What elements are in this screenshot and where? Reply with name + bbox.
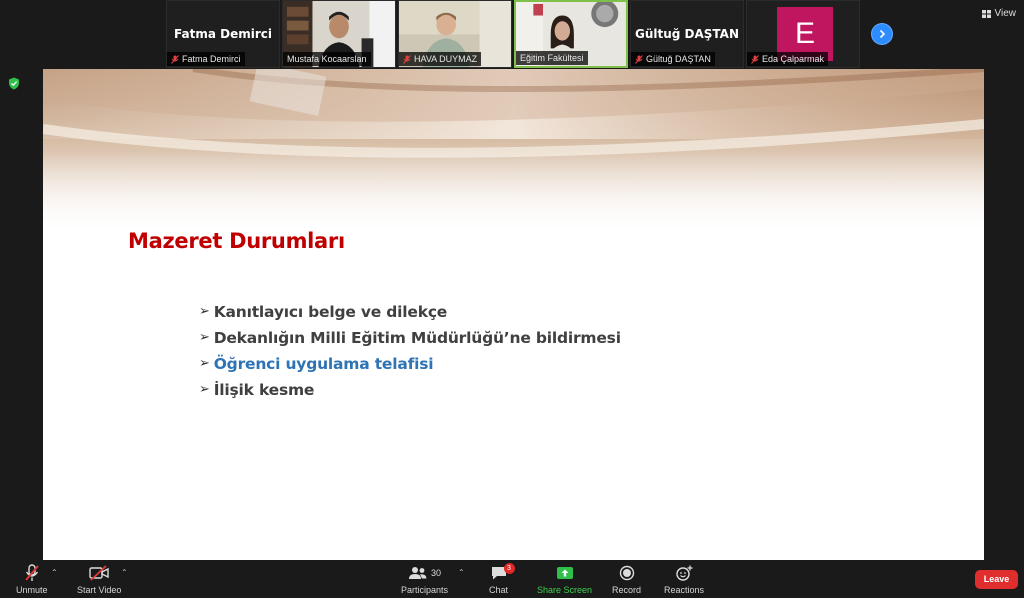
participant-tile[interactable]: E Eda Çalparmak bbox=[746, 0, 860, 68]
slide-banner-image bbox=[43, 69, 984, 234]
reactions-label: Reactions bbox=[664, 585, 705, 595]
share-screen-label: Share Screen bbox=[537, 585, 593, 595]
meeting-toolbar: Unmute ⌃ Start Video ⌃ 30 Participants ⌃… bbox=[0, 560, 1024, 598]
chevron-right-icon bbox=[879, 29, 886, 39]
next-page-button[interactable] bbox=[871, 23, 893, 45]
slide-bullet-text: İlişik kesme bbox=[213, 381, 315, 399]
leave-button[interactable]: Leave bbox=[975, 570, 1018, 589]
chat-button[interactable]: 3 Chat bbox=[489, 563, 515, 595]
reactions-button[interactable]: Reactions bbox=[664, 563, 704, 595]
participant-caption: Eğitim Fakültesi bbox=[516, 51, 588, 65]
start-video-label: Start Video bbox=[77, 585, 122, 595]
slide-bullet: ➢ Kanıtlayıcı belge ve dilekçe bbox=[199, 299, 621, 325]
record-icon bbox=[619, 565, 634, 581]
participants-label: Participants bbox=[401, 585, 449, 595]
participant-caption: Eda Çalparmak bbox=[747, 52, 829, 66]
participants-button[interactable]: 30 Participants bbox=[401, 563, 448, 595]
audio-options-caret[interactable]: ⌃ bbox=[51, 568, 58, 577]
participant-caption-text: Eda Çalparmak bbox=[762, 54, 825, 64]
muted-mic-icon bbox=[171, 54, 179, 64]
participant-caption-text: HAVA DUYMAZ bbox=[414, 54, 478, 64]
participant-caption-text: Gültuğ DAŞTAN bbox=[646, 54, 711, 64]
arrow-bullet-icon: ➢ bbox=[199, 330, 210, 345]
participant-caption: Fatma Demirci bbox=[167, 52, 245, 66]
record-button[interactable]: Record bbox=[612, 563, 641, 595]
participant-caption-text: Mustafa Kocaarslan bbox=[287, 54, 367, 64]
slide-bullet-text: Dekanlığın Milli Eğitim Müdürlüğü’ne bil… bbox=[213, 329, 621, 347]
participant-tile-active-speaker[interactable]: Eğitim Fakültesi bbox=[514, 0, 628, 68]
share-screen-icon bbox=[556, 567, 573, 579]
slide-bullet-text: Öğrenci uygulama telafisi bbox=[213, 355, 434, 373]
participant-caption: Gültuğ DAŞTAN bbox=[631, 52, 715, 66]
chat-label: Chat bbox=[489, 585, 509, 595]
slide-bullet-list: ➢ Kanıtlayıcı belge ve dilekçe ➢ Dekanlığı… bbox=[199, 299, 621, 403]
zoom-meeting-window: Fatma Demirci Fatma Demirci Mustafa Koca… bbox=[0, 0, 1024, 598]
participant-name-large: Fatma Demirci bbox=[174, 27, 272, 41]
record-label: Record bbox=[612, 585, 642, 595]
slide-bullet: ➢ İlişik kesme bbox=[199, 377, 621, 403]
view-button[interactable]: View bbox=[981, 8, 1017, 19]
smiley-plus-icon bbox=[676, 565, 693, 581]
muted-mic-icon bbox=[25, 564, 39, 581]
share-screen-button[interactable]: Share Screen bbox=[537, 563, 592, 595]
muted-mic-icon bbox=[403, 54, 411, 64]
slide-bullet-text: Kanıtlayıcı belge ve dilekçe bbox=[213, 303, 448, 321]
slide-title: Mazeret Durumları bbox=[128, 229, 345, 253]
participants-icon bbox=[409, 567, 427, 579]
participant-caption-text: Fatma Demirci bbox=[182, 54, 241, 64]
participants-options-caret[interactable]: ⌃ bbox=[458, 568, 465, 577]
video-options-caret[interactable]: ⌃ bbox=[121, 568, 128, 577]
grid-view-icon bbox=[981, 9, 991, 18]
view-button-label: View bbox=[994, 8, 1017, 19]
participant-caption-text: Eğitim Fakültesi bbox=[520, 53, 584, 63]
participant-tile[interactable]: Mustafa Kocaarslan bbox=[282, 0, 396, 68]
arrow-bullet-icon: ➢ bbox=[199, 382, 210, 397]
participant-tile[interactable]: Fatma Demirci Fatma Demirci bbox=[166, 0, 280, 68]
muted-mic-icon bbox=[751, 54, 759, 64]
participant-name-large: Gültuğ DAŞTAN bbox=[634, 27, 740, 41]
participant-caption: HAVA DUYMAZ bbox=[399, 52, 482, 66]
unmute-label: Unmute bbox=[16, 585, 48, 595]
participants-count: 30 bbox=[431, 568, 442, 578]
unmute-button[interactable]: Unmute bbox=[16, 563, 48, 595]
slide-bullet: ➢ Dekanlığın Milli Eğitim Müdürlüğü’ne bi… bbox=[199, 325, 621, 351]
participant-tile[interactable]: Gültuğ DAŞTAN Gültuğ DAŞTAN bbox=[630, 0, 744, 68]
participant-strip: Fatma Demirci Fatma Demirci Mustafa Koca… bbox=[166, 0, 860, 68]
muted-mic-icon bbox=[635, 54, 643, 64]
participant-caption: Mustafa Kocaarslan bbox=[283, 52, 371, 66]
shared-screen-slide: Mazeret Durumları ➢ Kanıtlayıcı belge ve … bbox=[43, 69, 984, 560]
start-video-button[interactable]: Start Video bbox=[77, 563, 121, 595]
shield-icon[interactable] bbox=[8, 77, 20, 90]
participant-tile[interactable]: HAVA DUYMAZ bbox=[398, 0, 512, 68]
slide-bullet-highlighted: ➢ Öğrenci uygulama telafisi bbox=[199, 351, 621, 377]
arrow-bullet-icon: ➢ bbox=[199, 304, 210, 319]
arrow-bullet-icon: ➢ bbox=[199, 356, 210, 371]
chat-unread-badge: 3 bbox=[503, 563, 515, 574]
video-off-icon bbox=[89, 565, 109, 581]
